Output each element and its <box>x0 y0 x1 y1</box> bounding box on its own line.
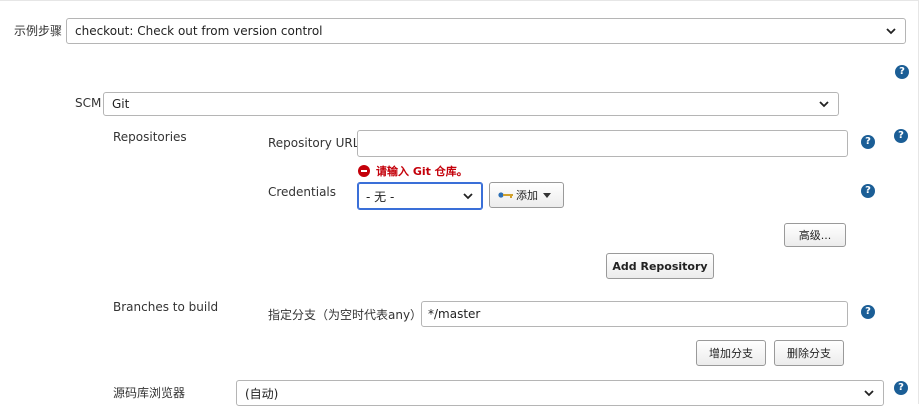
chevron-down-icon <box>885 25 897 37</box>
top-divider <box>0 0 918 1</box>
scm-label: SCM <box>75 96 102 110</box>
branch-specifier-label: 指定分支（为空时代表any） <box>268 308 423 322</box>
branch-specifier-input[interactable]: */master <box>421 301 848 327</box>
help-icon[interactable]: ? <box>895 65 909 79</box>
error-text: 请输入 Git 仓库。 <box>376 165 468 178</box>
help-icon[interactable]: ? <box>861 305 875 319</box>
repository-browser-label: 源码库浏览器 <box>113 386 186 400</box>
add-credentials-button[interactable]: 添加 <box>489 182 564 208</box>
chevron-down-icon <box>818 98 830 110</box>
add-branch-button[interactable]: 增加分支 <box>696 340 766 366</box>
repository-url-label: Repository URL <box>268 136 360 150</box>
chevron-down-icon <box>863 387 875 399</box>
repository-url-input[interactable] <box>357 130 848 157</box>
chevron-down-icon <box>462 190 474 202</box>
right-divider <box>918 0 919 404</box>
repository-browser-value: (自动) <box>245 386 279 401</box>
delete-branch-button[interactable]: 删除分支 <box>774 340 844 366</box>
sample-step-label: 示例步骤 <box>14 24 63 38</box>
help-icon[interactable]: ? <box>861 135 875 149</box>
repository-url-error: 请输入 Git 仓库。 <box>358 163 468 179</box>
key-icon <box>498 191 514 199</box>
help-icon[interactable]: ? <box>894 129 908 143</box>
credentials-value: - 无 - <box>366 189 395 204</box>
add-credentials-label: 添加 <box>516 189 538 202</box>
branches-label: Branches to build <box>113 300 219 314</box>
advanced-button[interactable]: 高级... <box>784 223 846 247</box>
help-icon[interactable]: ? <box>894 381 908 395</box>
caret-down-icon <box>543 192 551 198</box>
scm-select[interactable]: Git <box>103 92 839 116</box>
repository-browser-select[interactable]: (自动) <box>236 380 884 406</box>
credentials-select[interactable]: - 无 - <box>357 182 483 210</box>
help-icon[interactable]: ? <box>861 184 875 198</box>
repositories-label: Repositories <box>113 130 187 144</box>
sample-step-value: checkout: Check out from version control <box>75 24 323 38</box>
sample-step-select[interactable]: checkout: Check out from version control <box>66 18 906 44</box>
scm-value: Git <box>112 97 130 111</box>
credentials-label: Credentials <box>268 185 337 199</box>
error-icon <box>358 165 370 177</box>
add-repository-button[interactable]: Add Repository <box>606 253 714 279</box>
